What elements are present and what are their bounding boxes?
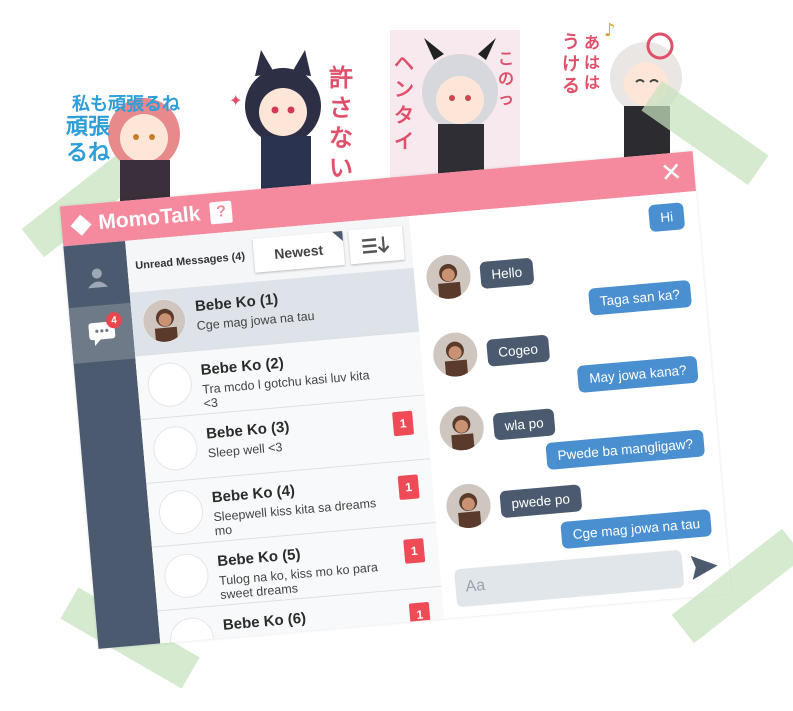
contact-avatar <box>437 404 486 453</box>
sort-dropdown[interactable]: Newest <box>252 231 346 273</box>
send-icon[interactable] <box>690 553 720 581</box>
svg-text:るね: るね <box>66 141 110 166</box>
sort-label: Newest <box>273 241 324 262</box>
person-icon <box>88 268 109 289</box>
svg-text:✦: ✦ <box>229 91 242 110</box>
help-button[interactable]: ? <box>209 200 234 225</box>
svg-text:は: は <box>584 73 600 92</box>
nav-item-messages[interactable]: 4 <box>68 302 136 364</box>
svg-text:け: け <box>562 54 580 75</box>
contact-name: Bebe Ko (1) <box>194 290 279 316</box>
unread-badge: 4 <box>105 311 123 329</box>
contact-avatar <box>157 488 205 536</box>
sticker-character-2: 許 さ な い ✦ <box>225 46 355 196</box>
contact-avatar <box>162 552 211 600</box>
dropdown-corner-icon <box>332 231 343 242</box>
incoming-message: Hello <box>479 257 535 290</box>
contact-avatar <box>444 482 493 530</box>
svg-text:っ: っ <box>498 89 514 108</box>
sticker-caption: 私も頑張るね <box>72 94 180 115</box>
contact-name: Bebe Ko (5) <box>216 545 302 571</box>
contact-avatar <box>151 424 200 473</box>
outgoing-message: Hi <box>648 202 686 233</box>
svg-text:あ: あ <box>584 33 600 52</box>
unread-count-badge: 1 <box>408 601 431 628</box>
svg-text:い: い <box>329 154 353 182</box>
svg-text:る: る <box>562 76 580 97</box>
svg-text:♪: ♪ <box>604 20 616 41</box>
momotalk-logo-icon <box>70 214 92 236</box>
svg-text:許: 許 <box>329 64 353 92</box>
unread-count-badge: 1 <box>392 410 415 437</box>
message-input[interactable]: Aa <box>453 549 685 608</box>
nav-item-students[interactable] <box>64 247 131 308</box>
sort-order-button[interactable] <box>348 225 405 265</box>
svg-text:イ: イ <box>394 129 414 153</box>
incoming-message: wla po <box>492 408 556 441</box>
sticker-character-1: 私も頑張るね 頑張 るね <box>62 62 192 212</box>
outgoing-message: May jowa kana? <box>577 355 699 393</box>
outgoing-message: Taga san ka? <box>587 279 693 316</box>
contact-name: Bebe Ko (6) <box>222 609 307 634</box>
svg-text:タ: タ <box>394 103 414 127</box>
svg-text:ン: ン <box>394 77 414 101</box>
chat-panel: Hi Hello Taga san ka? Cogeo May jowa kan… <box>409 191 732 619</box>
contact-avatar <box>168 615 216 644</box>
svg-text:ヘ: ヘ <box>394 51 414 75</box>
outgoing-message: Cge mag jowa na tau <box>560 509 713 549</box>
svg-text:な: な <box>329 124 353 152</box>
unread-count-badge: 1 <box>397 474 420 501</box>
contact-avatar <box>424 253 473 301</box>
message-input-placeholder: Aa <box>464 576 486 596</box>
contact-avatar <box>140 297 189 345</box>
svg-text:さ: さ <box>329 94 353 122</box>
momotalk-window: MomoTalk ? ✕ 4 Unread Messages (4) Newes… <box>59 151 732 649</box>
close-button[interactable]: ✕ <box>659 156 683 188</box>
unread-messages-label: Unread Messages (4) <box>134 250 246 273</box>
incoming-message: Cogeo <box>486 334 551 367</box>
incoming-message: pwede po <box>499 484 582 519</box>
unread-count-badge: 1 <box>403 538 426 564</box>
contact-avatar <box>145 360 194 409</box>
svg-text:う: う <box>562 32 580 53</box>
svg-text:こ: こ <box>498 49 514 68</box>
conversation-list: Unread Messages (4) Newest Bebe Ko (1) C… <box>125 216 445 644</box>
app-title: MomoTalk <box>97 202 202 235</box>
contact-name: Bebe Ko (2) <box>199 354 285 379</box>
contact-name: Bebe Ko (4) <box>211 482 296 507</box>
outgoing-message: Pwede ba mangligaw? <box>545 429 706 470</box>
sticker-character-3: ヘ ン タ イ こ の っ <box>390 30 520 180</box>
svg-text:は: は <box>584 53 600 72</box>
sort-descending-icon <box>361 236 390 254</box>
contact-avatar <box>431 330 480 379</box>
svg-text:頑張: 頑張 <box>66 115 111 140</box>
svg-text:の: の <box>498 69 514 88</box>
contact-name: Bebe Ko (3) <box>205 418 291 443</box>
